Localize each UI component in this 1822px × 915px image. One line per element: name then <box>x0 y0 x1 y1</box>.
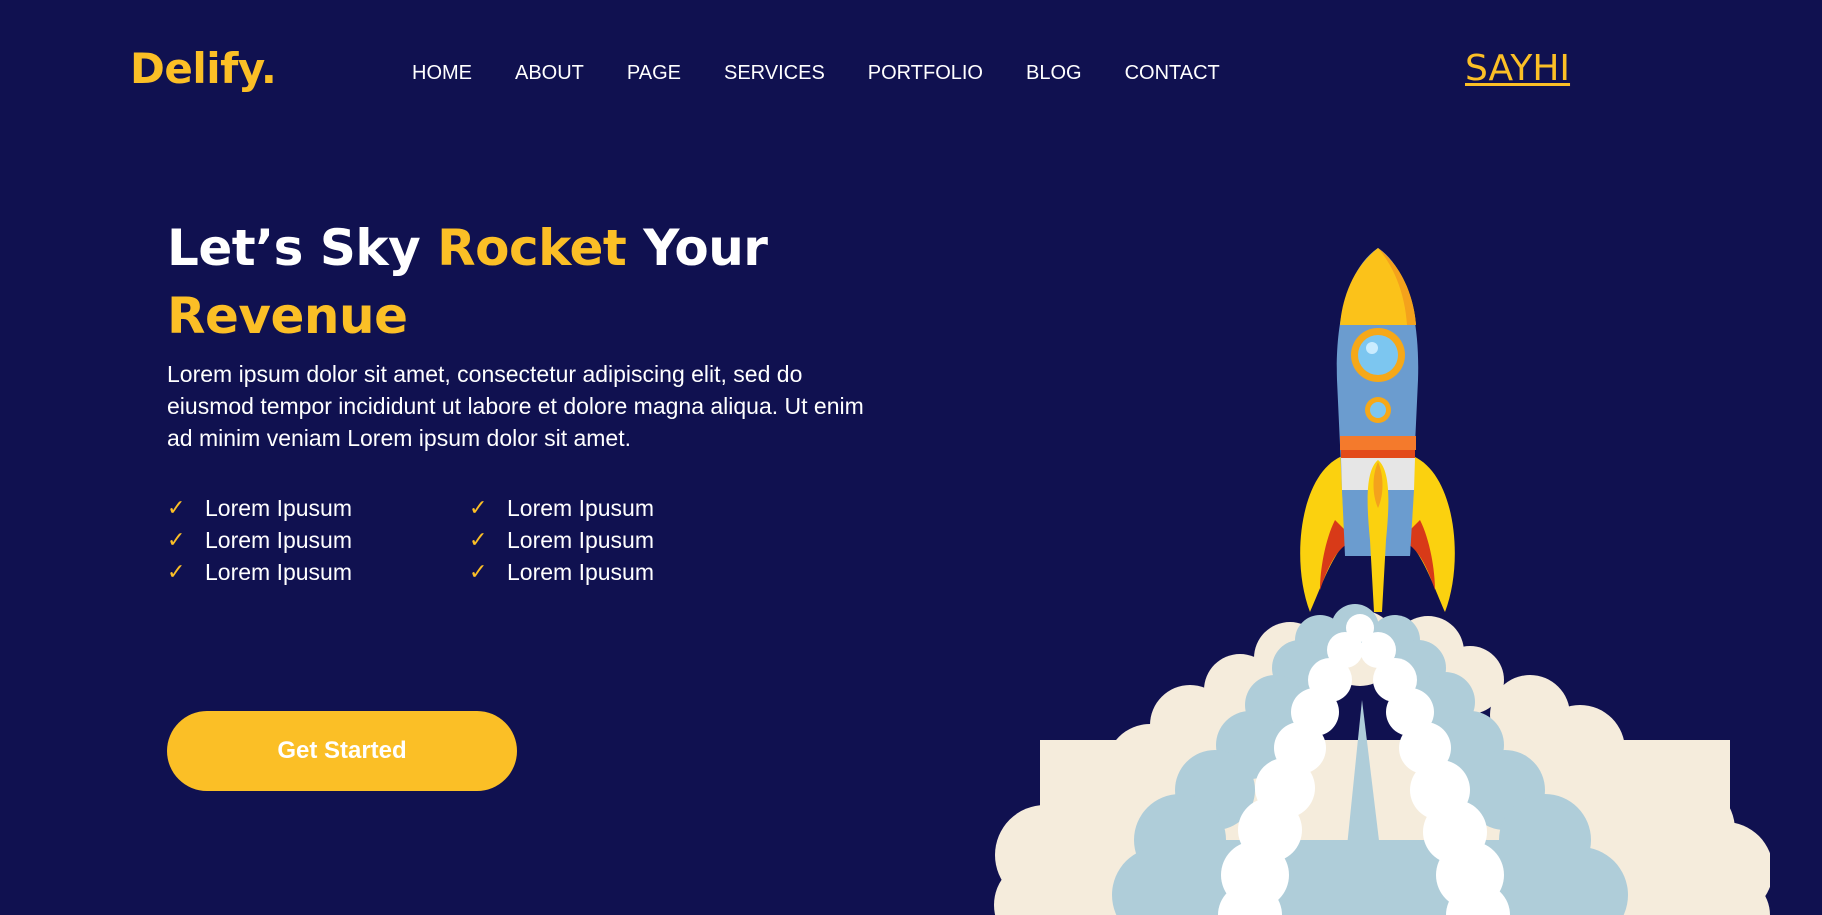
check-icon: ✓ <box>469 527 488 552</box>
check-icon: ✓ <box>167 527 186 552</box>
feature-label: Lorem Ipusum <box>205 494 353 521</box>
hero-title-part1: Let’s Sky <box>167 219 438 277</box>
rocket-launch-illustration <box>994 248 1770 915</box>
feature-item: ✓ Lorem Ipusum <box>167 556 469 588</box>
nav-home[interactable]: HOME <box>412 62 472 85</box>
get-started-button[interactable]: Get Started <box>167 711 517 791</box>
hero-title-part2: Your <box>626 219 768 277</box>
feature-item: ✓ Lorem Ipusum <box>469 556 771 588</box>
feature-label: Lorem Ipusum <box>205 558 353 585</box>
feature-item: ✓ Lorem Ipusum <box>167 492 469 524</box>
feature-label: Lorem Ipusum <box>205 526 353 553</box>
hero-title-accent1: Rocket <box>437 219 627 277</box>
nav-about[interactable]: ABOUT <box>515 62 584 85</box>
say-hi-link[interactable]: SAYHI <box>1465 48 1570 89</box>
feature-item: ✓ Lorem Ipusum <box>167 524 469 556</box>
rocket-band <box>1340 436 1416 450</box>
check-icon: ✓ <box>167 495 186 520</box>
check-icon: ✓ <box>469 559 488 584</box>
check-icon: ✓ <box>469 495 488 520</box>
feature-label: Lorem Ipusum <box>507 558 655 585</box>
check-icon: ✓ <box>167 559 186 584</box>
feature-label: Lorem Ipusum <box>507 526 655 553</box>
nav-blog[interactable]: BLOG <box>1026 62 1082 85</box>
nav-contact[interactable]: CONTACT <box>1125 62 1220 85</box>
hero-description: Lorem ipsum dolor sit amet, consectetur … <box>167 361 864 451</box>
nav-portfolio[interactable]: PORTFOLIO <box>868 62 983 85</box>
feature-list: ✓ Lorem Ipusum ✓ Lorem Ipusum ✓ Lorem Ipusu… <box>167 492 771 588</box>
feature-label: Lorem Ipusum <box>507 494 655 521</box>
hero-title: Let’s Sky Rocket Your Revenue <box>167 214 768 350</box>
nav-page[interactable]: PAGE <box>627 62 681 85</box>
main-nav: HOME ABOUT PAGE SERVICES PORTFOLIO BLOG … <box>412 62 1263 85</box>
rocket-band-lower <box>1341 450 1415 458</box>
hero-title-accent2: Revenue <box>167 287 408 345</box>
nav-services[interactable]: SERVICES <box>724 62 825 85</box>
feature-item: ✓ Lorem Ipusum <box>469 492 771 524</box>
feature-item: ✓ Lorem Ipusum <box>469 524 771 556</box>
logo[interactable]: Delify. <box>130 44 277 93</box>
